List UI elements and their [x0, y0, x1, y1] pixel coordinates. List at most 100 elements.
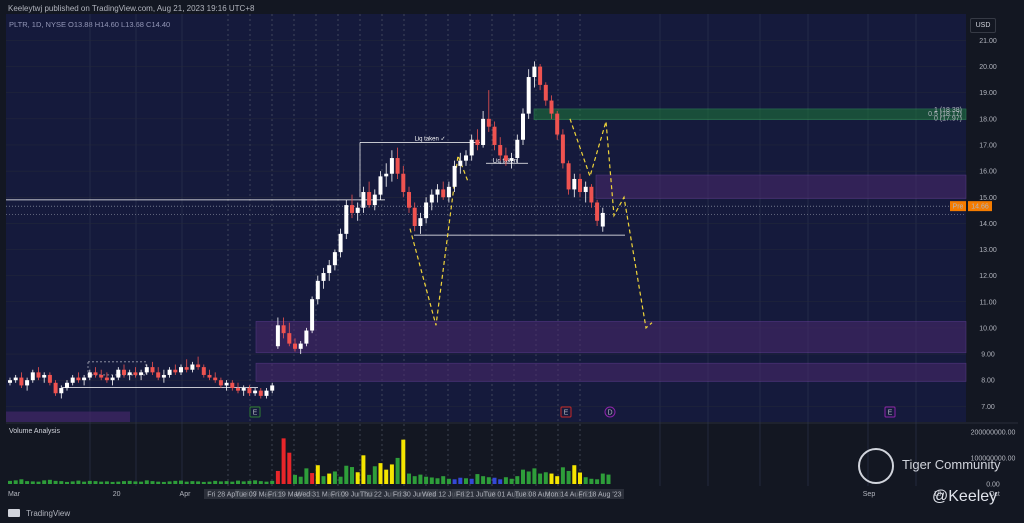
volume-bar — [578, 472, 582, 484]
candle-body — [538, 66, 543, 85]
volume-bar — [275, 470, 280, 484]
candle-body — [372, 194, 377, 206]
volume-pane-bg — [6, 424, 966, 486]
volume-bar — [543, 472, 548, 484]
volume-bar — [549, 473, 554, 484]
volume-bar — [207, 481, 212, 484]
volume-bar — [93, 481, 98, 484]
volume-bar — [372, 466, 377, 484]
volume-bar — [218, 481, 223, 484]
volume-bar — [606, 474, 611, 484]
candle-body — [378, 176, 383, 195]
volume-bar — [418, 474, 423, 484]
candle-body — [350, 205, 354, 213]
candle-body — [122, 369, 126, 375]
candle-body — [424, 202, 429, 219]
volume-bar — [122, 481, 126, 484]
volume-bar — [361, 455, 366, 484]
volume-bar — [509, 478, 514, 484]
volume-bar — [441, 476, 446, 484]
y-axis-tick-label: 16.00 — [979, 169, 997, 176]
volume-bar — [475, 474, 480, 484]
volume-bar — [59, 481, 64, 484]
y-axis-tick-label: 8.00 — [981, 378, 995, 385]
volume-bar — [139, 481, 144, 484]
volume-bar — [452, 479, 457, 484]
candle-body — [486, 118, 491, 127]
candle-body — [293, 343, 297, 349]
candle-body — [407, 192, 411, 208]
candle-body — [555, 113, 560, 135]
volume-bar — [503, 477, 508, 484]
candle-body — [361, 192, 366, 208]
y-axis-tick-label: 15.00 — [979, 195, 997, 202]
x-axis-tick-label: Mar — [8, 491, 21, 498]
volume-bar — [70, 481, 75, 484]
volume-bar — [310, 473, 315, 484]
event-marker-label: E — [888, 410, 893, 417]
candle-body — [526, 77, 531, 114]
volume-bar — [258, 481, 263, 484]
candle-body — [179, 367, 183, 373]
candle-body — [230, 382, 235, 389]
y-axis-tick-label: 14.00 — [979, 221, 997, 228]
candle-body — [184, 367, 189, 370]
candle-body — [8, 380, 12, 383]
price-chart[interactable]: 21.00 20.00 19.00 18.00 17.00 16.00 15.00 14.00… — [0, 0, 1024, 523]
volume-bar — [498, 479, 503, 484]
volume-bar — [401, 439, 406, 484]
candle-body — [264, 390, 269, 396]
event-marker-label: E — [564, 410, 569, 417]
volume-panel-title: Volume Analysis — [9, 428, 60, 435]
event-marker-label: E — [253, 410, 258, 417]
candle-body — [161, 374, 166, 378]
x-axis-tick-label: Apr — [180, 491, 192, 498]
candle-body — [367, 192, 372, 206]
candle-body — [389, 158, 394, 174]
candle-body — [452, 165, 457, 187]
candle-body — [321, 273, 326, 281]
volume-bar — [179, 480, 183, 484]
candle-body — [572, 178, 577, 190]
volume-bar — [36, 481, 41, 484]
volume-bar — [327, 473, 332, 484]
volume-bar — [116, 481, 121, 484]
price-label-value: 14.66 — [971, 204, 989, 211]
candle-body — [412, 207, 417, 226]
candle-body — [127, 372, 132, 375]
candle-body — [167, 369, 172, 375]
event-marker-label: D — [607, 410, 612, 417]
price-pane-bg — [6, 14, 966, 422]
volume-bar — [270, 480, 275, 484]
volume-bar — [435, 478, 440, 484]
candle-body — [338, 233, 343, 253]
volume-bar — [378, 463, 383, 484]
candle-body — [441, 189, 446, 198]
volume-bar — [76, 480, 81, 484]
candle-body — [515, 139, 520, 159]
y-axis-tick-label: 11.00 — [980, 299, 997, 306]
candle-body — [304, 330, 309, 344]
candle-body — [429, 194, 434, 203]
volume-bar — [344, 465, 349, 484]
volume-bar — [389, 464, 394, 484]
tradingview-brand-label: TradingView — [26, 509, 71, 518]
pre-tag-label: Pre — [953, 204, 964, 211]
volume-bar — [566, 470, 571, 484]
candle-body — [47, 374, 52, 383]
volume-bar — [532, 468, 537, 484]
volume-bar — [47, 479, 52, 484]
volume-bar — [424, 476, 429, 484]
candle-body — [236, 388, 240, 391]
volume-bar — [486, 477, 491, 484]
candle-body — [464, 155, 468, 161]
volume-bar — [446, 478, 451, 484]
candle-body — [173, 369, 178, 373]
candle-body — [589, 186, 594, 203]
volume-bar — [30, 481, 35, 484]
volume-bar — [458, 477, 463, 484]
candle-body — [509, 158, 514, 161]
candle-body — [70, 377, 75, 383]
x-axis-tick-label: 20 — [113, 491, 121, 498]
candle-body — [332, 252, 337, 266]
